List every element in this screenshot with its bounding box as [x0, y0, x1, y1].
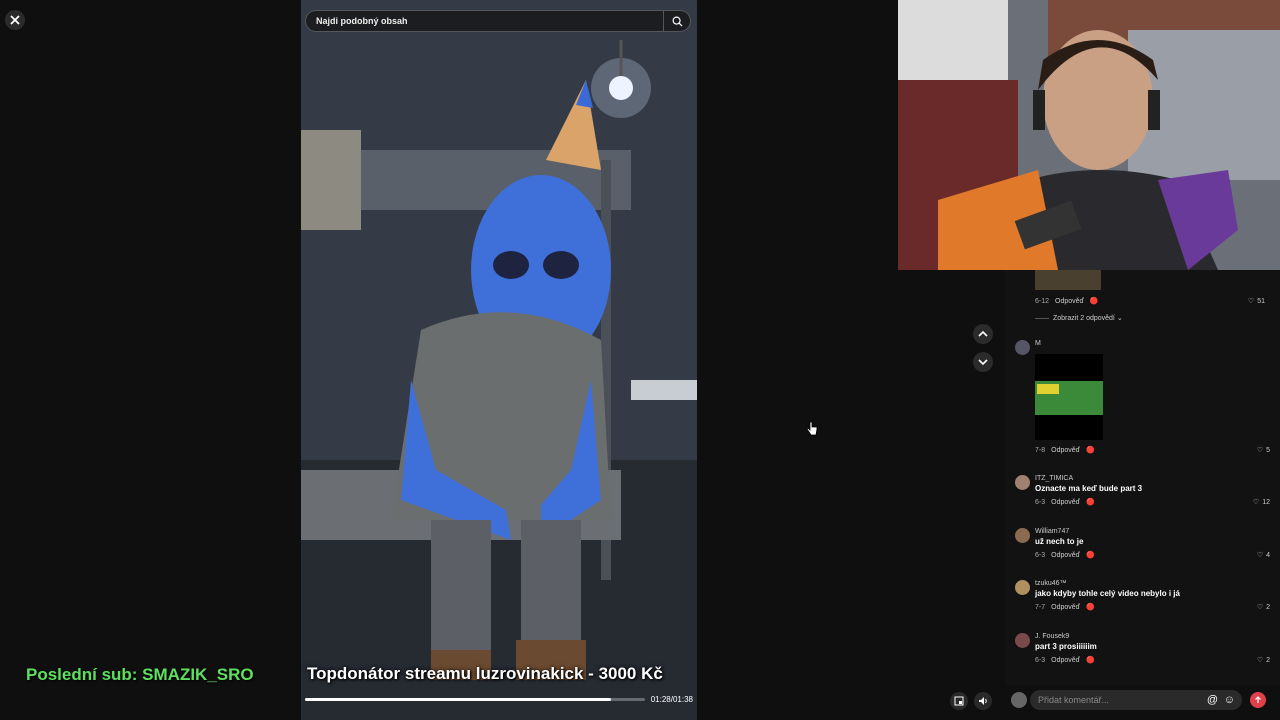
- avatar: [1015, 580, 1030, 595]
- progress-bar[interactable]: [305, 698, 645, 701]
- video-player[interactable]: Topdonátor streamu luzrovinakick - 3000 …: [301, 0, 697, 720]
- video-artwork: [301, 0, 697, 720]
- volume-icon: [979, 697, 987, 705]
- volume-button[interactable]: [974, 692, 992, 710]
- search-icon: [672, 16, 683, 27]
- time-display: 01:28/01:38: [650, 695, 693, 704]
- previous-video-button[interactable]: [973, 324, 993, 344]
- emoji-icon[interactable]: 🔴: [1086, 498, 1095, 506]
- bottom-bar: @ ☺: [940, 688, 1280, 720]
- emoji-icon[interactable]: 🔴: [1086, 446, 1095, 454]
- reply-button[interactable]: Odpověď: [1051, 657, 1080, 664]
- user-avatar[interactable]: [1011, 692, 1027, 708]
- like-button[interactable]: ♡ 4: [1256, 551, 1270, 560]
- mention-icon[interactable]: @: [1207, 694, 1218, 706]
- reply-button[interactable]: Odpověď: [1055, 298, 1084, 305]
- comment-meta: 7-7 Odpověď 🔴: [1035, 603, 1095, 612]
- search-input[interactable]: [314, 15, 658, 27]
- comment-image: [1035, 270, 1101, 290]
- like-button[interactable]: ♡ 51: [1247, 297, 1265, 306]
- chevron-down-icon: ⌄: [1116, 315, 1123, 322]
- comment-meta: 6-3 Odpověď 🔴: [1035, 498, 1095, 507]
- heart-icon: ♡: [1256, 604, 1264, 611]
- show-replies-button[interactable]: Zobrazit 2 odpovědí ⌄: [1035, 314, 1123, 322]
- close-button[interactable]: [5, 10, 25, 30]
- heart-icon: ♡: [1256, 447, 1264, 454]
- avatar: [1015, 633, 1030, 648]
- comments-panel: 6-12 Odpověď 🔴 ♡ 51 Zobrazit 2 odpovědí ⌄…: [1005, 270, 1280, 685]
- comment-meta: 6-3 Odpověď 🔴: [1035, 551, 1095, 560]
- close-icon: [10, 15, 20, 25]
- reply-button[interactable]: Odpověď: [1051, 552, 1080, 559]
- reply-button[interactable]: Odpověď: [1051, 447, 1080, 454]
- heart-icon: ♡: [1256, 552, 1264, 559]
- chevron-down-icon: [978, 359, 988, 366]
- avatar: [1015, 340, 1030, 355]
- picture-in-picture-button[interactable]: [950, 692, 968, 710]
- avatar: [1015, 528, 1030, 543]
- avatar: [1015, 475, 1030, 490]
- comment-input[interactable]: [1036, 694, 1210, 706]
- reply-button[interactable]: Odpověď: [1051, 499, 1080, 506]
- emoji-icon[interactable]: 🔴: [1086, 603, 1095, 611]
- comment-meta: 6-12 Odpověď 🔴: [1035, 297, 1099, 306]
- heart-icon: ♡: [1247, 298, 1255, 305]
- last-sub-overlay: Poslední sub: SMAZIK_SRO: [26, 665, 254, 684]
- emoji-picker-icon[interactable]: ☺: [1224, 694, 1235, 706]
- hand-cursor-icon: [806, 421, 818, 436]
- comment-image: [1035, 354, 1103, 440]
- picture-in-picture-icon: [954, 696, 964, 706]
- comment-item: ITZ_TIMICA Oznacte ma keď bude part 3 6-…: [1015, 475, 1275, 515]
- heart-icon: ♡: [1252, 499, 1260, 506]
- emoji-icon[interactable]: 🔴: [1086, 656, 1095, 664]
- comment-meta: 6-3 Odpověď 🔴: [1035, 656, 1095, 665]
- reply-button[interactable]: Odpověď: [1051, 604, 1080, 611]
- progress-fill: [305, 698, 611, 701]
- heart-icon: ♡: [1256, 657, 1264, 664]
- search-button[interactable]: [663, 11, 690, 31]
- comment-item: tzuku46™ jako kdyby tohle celý video neb…: [1015, 580, 1275, 620]
- comment-item: William747 už nech to je 6-3 Odpověď 🔴 ♡…: [1015, 528, 1275, 568]
- send-button[interactable]: [1250, 692, 1266, 708]
- emoji-icon[interactable]: 🔴: [1086, 551, 1095, 559]
- donor-caption: Topdonátor streamu luzrovinakick - 3000 …: [307, 664, 663, 683]
- next-video-button[interactable]: [973, 352, 993, 372]
- like-button[interactable]: ♡ 2: [1256, 603, 1270, 612]
- like-button[interactable]: ♡ 5: [1256, 446, 1270, 455]
- webcam-feed: [898, 0, 1280, 270]
- comment-input-box[interactable]: @ ☺: [1030, 690, 1242, 710]
- comment-item: J. Fousek9 part 3 prosiiiiiim 6-3 Odpově…: [1015, 633, 1275, 673]
- like-button[interactable]: ♡ 2: [1256, 656, 1270, 665]
- comment-item: M 7-8 Odpověď 🔴 ♡ 5: [1015, 340, 1275, 460]
- chevron-up-icon: [978, 330, 988, 337]
- search-bar[interactable]: [305, 10, 691, 32]
- comment-meta: 7-8 Odpověď 🔴: [1035, 446, 1095, 455]
- emoji-icon[interactable]: 🔴: [1090, 297, 1099, 305]
- arrow-up-icon: [1255, 696, 1261, 703]
- like-button[interactable]: ♡ 12: [1252, 498, 1270, 507]
